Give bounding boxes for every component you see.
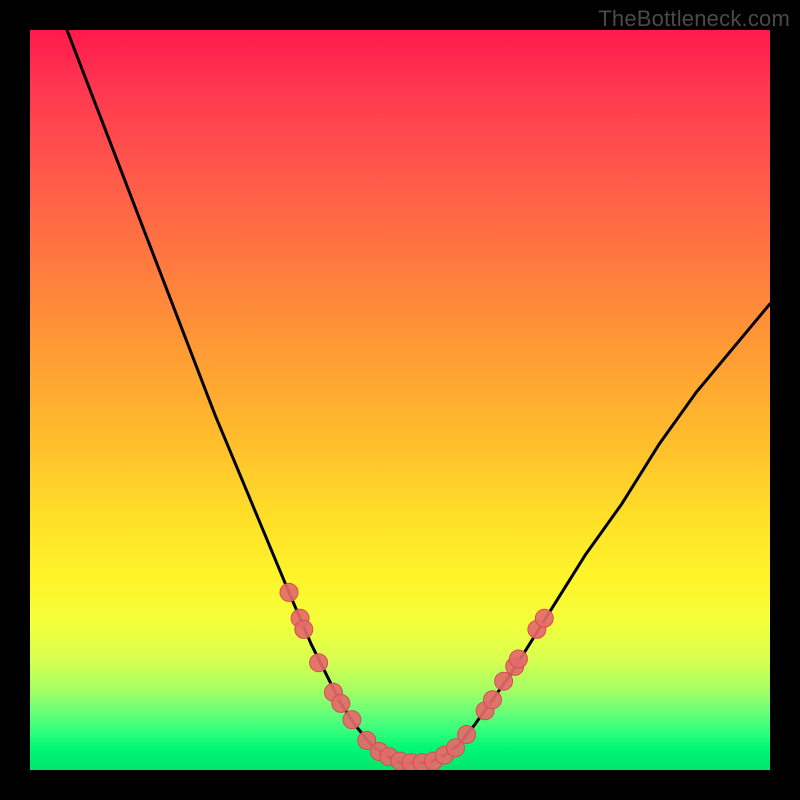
chart-marker	[280, 583, 298, 601]
chart-marker	[535, 609, 553, 627]
bottleneck-curve	[67, 30, 770, 763]
chart-marker	[458, 725, 476, 743]
chart-marker	[310, 654, 328, 672]
chart-plot-area	[30, 30, 770, 770]
chart-stage: TheBottleneck.com	[0, 0, 800, 800]
chart-marker	[343, 711, 361, 729]
chart-marker	[332, 694, 350, 712]
chart-marker	[495, 672, 513, 690]
watermark-label: TheBottleneck.com	[598, 6, 790, 32]
chart-marker	[509, 650, 527, 668]
chart-marker	[484, 691, 502, 709]
chart-svg	[30, 30, 770, 770]
chart-marker	[295, 620, 313, 638]
